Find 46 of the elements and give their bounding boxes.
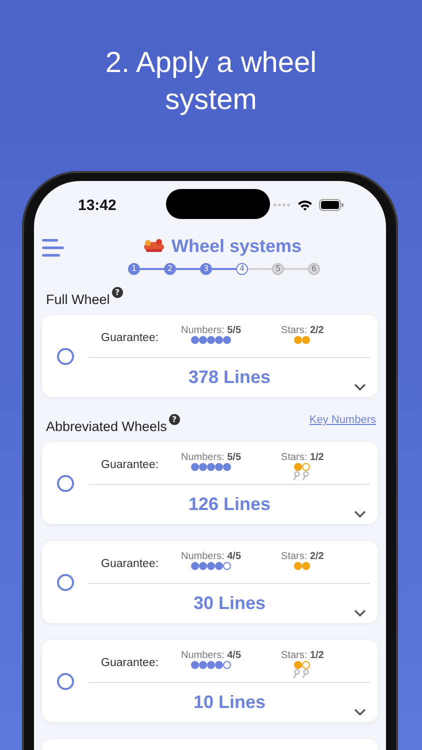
status-time: 13:42 [78,196,116,214]
step-indicator: 3 [200,263,212,275]
lines-count: 30 Lines [193,593,266,614]
chevron-icon[interactable] [354,510,366,518]
wheel-card[interactable]: Guarantee: Numbers: 4/5 Stars: 1/2 10 Lines [42,640,378,722]
numbers-label: Numbers: 4/5 [181,650,242,661]
step-indicator: 5 [272,263,284,275]
wheel-card[interactable]: Guarantee: Numbers: 5/5 Stars: 1/2 126 Lines [42,442,378,524]
step-indicator: 4 [236,263,248,275]
guarantee-label: Guarantee: [101,459,160,471]
logo-drawing [142,238,166,254]
stars-label: Stars: 2/2 [281,551,324,562]
wheel-card[interactable]: Guarantee: Numbers: 4/5 Stars: 2/2 30 Lines [42,541,378,623]
signal-icon [273,203,291,207]
guarantee-label: Guarantee: [101,657,160,669]
section-title: Full Wheel [46,292,110,307]
battery-icon [319,199,344,211]
chevron-icon[interactable] [354,609,366,617]
numbers-label: Numbers: 4/5 [181,551,242,562]
chevron-icon[interactable] [354,383,366,391]
radio-button[interactable] [57,348,74,364]
screen-title: Wheel systems [171,236,302,256]
section-title: Abbreviated Wheels [46,419,167,434]
step-indicator: 1 [128,263,140,275]
lines-count: 378 Lines [188,367,271,388]
help-icon[interactable]: ? [168,414,180,425]
guarantee-label: Guarantee: [101,558,160,570]
wifi-icon [297,199,313,211]
radio-button[interactable] [57,672,74,690]
stars-label: Stars: 1/2 [281,452,324,463]
radio-button[interactable] [57,474,74,492]
step-indicator: 2 [164,263,176,275]
menu-icon[interactable] [42,239,64,257]
radio-button[interactable] [57,574,74,590]
headline: 2. Apply a wheel system [104,46,318,118]
chevron-icon[interactable] [354,708,366,716]
lines-count: 10 Lines [193,692,266,713]
numbers-label: Numbers: 5/5 [181,325,242,336]
numbers-label: Numbers: 5/5 [181,452,242,463]
guarantee-label: Guarantee: [101,332,160,344]
step-indicator: 6 [308,263,320,275]
wheel-card[interactable]: Guarantee: Numbers: 5/5 Stars: 2/2 378 Lines [42,315,378,397]
lines-count: 126 Lines [188,494,271,515]
help-icon[interactable]: ? [112,287,123,298]
stars-label: Stars: 1/2 [281,650,324,661]
stars-label: Stars: 2/2 [281,325,324,336]
